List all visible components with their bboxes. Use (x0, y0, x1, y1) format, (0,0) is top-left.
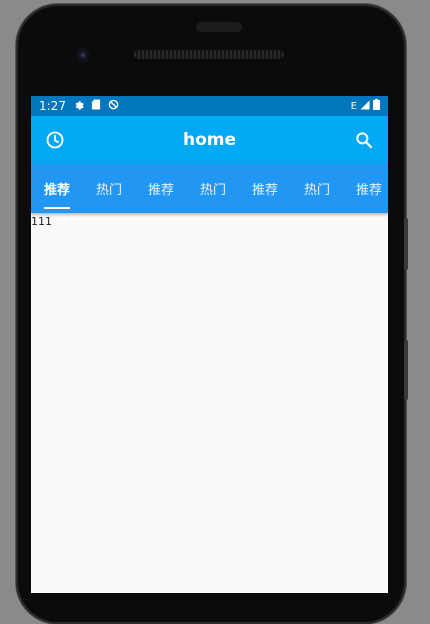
tab-label: 热门 (303, 183, 330, 198)
tab-label: 推荐 (251, 183, 278, 198)
tab-recommend[interactable]: 推荐 (239, 164, 291, 213)
signal-icon (360, 100, 370, 113)
tab-label: 热门 (199, 183, 226, 198)
data-saver-icon (108, 99, 119, 113)
volume-button (404, 218, 408, 270)
tab-recommend[interactable]: 推荐 (343, 164, 388, 213)
earpiece-grille (134, 50, 284, 59)
tab-bar: 推荐 热门 推荐 热门 推荐 热门 推荐 (31, 164, 388, 213)
tab-label: 热门 (95, 183, 122, 198)
tab-label: 推荐 (355, 183, 382, 198)
tab-recommend[interactable]: 推荐 (31, 164, 83, 213)
tab-label: 推荐 (147, 183, 174, 198)
content-text: 111 (31, 215, 52, 228)
gear-icon (73, 99, 84, 113)
tab-content: 111 (31, 213, 388, 228)
tab-hot[interactable]: 热门 (83, 164, 135, 213)
battery-icon (373, 99, 380, 113)
power-button (404, 340, 408, 400)
search-icon[interactable] (352, 128, 376, 152)
tab-indicator (44, 207, 70, 209)
tab-hot[interactable]: 热门 (291, 164, 343, 213)
tab-label: 推荐 (43, 183, 70, 198)
clock-icon[interactable] (43, 128, 67, 152)
page-title: home (182, 130, 237, 150)
device-screen: 1:27 E home 推荐 热门 推荐 热门 推荐 热门 推荐 111 (31, 96, 388, 593)
front-camera (76, 48, 90, 62)
tab-recommend[interactable]: 推荐 (135, 164, 187, 213)
sd-card-icon (91, 99, 101, 113)
status-bar: 1:27 E (31, 96, 388, 116)
app-bar: home (31, 116, 388, 164)
top-speaker (196, 22, 242, 32)
network-type-label: E (350, 100, 357, 112)
status-time: 1:27 (39, 99, 66, 113)
tab-hot[interactable]: 热门 (187, 164, 239, 213)
